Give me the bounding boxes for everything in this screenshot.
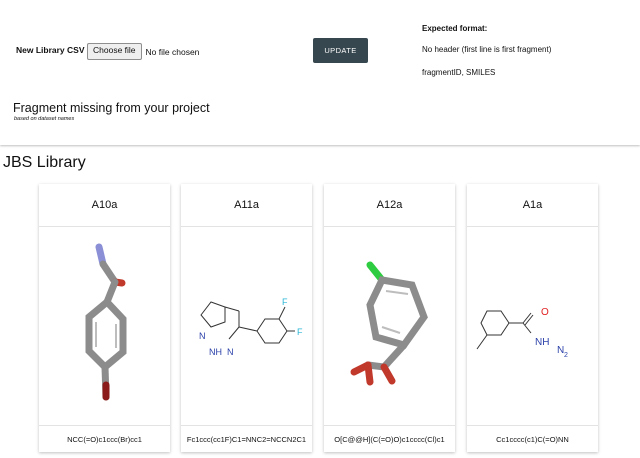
file-status-text: No file chosen — [145, 46, 200, 57]
file-input[interactable]: Choose file No file chosen — [87, 43, 199, 60]
molecule-image-2d: O NH N 2 — [467, 227, 598, 427]
molecule-image-3d — [39, 227, 170, 427]
atom-label: F — [297, 327, 303, 337]
structure-a1a: O NH N 2 — [476, 307, 568, 359]
atom-label: NH — [535, 337, 549, 348]
format-line-header: No header (first line is first fragment) — [422, 45, 552, 54]
fragment-card-a12a[interactable]: A12a O[C@@H](C(=O)O)c1cccc(Cl)c1 — [324, 184, 455, 452]
fragment-id: A10a — [39, 184, 170, 227]
fragment-id: A11a — [181, 184, 312, 227]
atom-label: 2 — [564, 352, 568, 359]
atom-label: NH — [209, 347, 222, 357]
fragment-id: A12a — [324, 184, 455, 227]
smiles-text: O[C@@H](C(=O)O)c1cccc(Cl)c1 — [324, 425, 455, 452]
molecule-image-3d — [324, 227, 455, 427]
atom-label: N — [227, 347, 234, 357]
format-title: Expected format: — [422, 24, 488, 33]
smiles-text: Fc1ccc(cc1F)C1=NNC2=NCCN2C1 — [181, 425, 312, 452]
stick-model-a10a — [85, 243, 127, 401]
smiles-text: Cc1cccc(c1)C(=O)NN — [467, 425, 598, 452]
atom-label: O — [541, 307, 549, 318]
choose-file-button[interactable]: Choose file — [87, 43, 142, 60]
structure-a11a: N NH N F F — [199, 297, 303, 357]
missing-fragment-subtitle: based on dataset names — [14, 116, 75, 122]
update-button[interactable]: UPDATE — [313, 38, 368, 63]
fragment-card-a11a[interactable]: A11a N NH N F F Fc1ccc(cc1F)C1=NNC2=NCCN… — [181, 184, 312, 452]
stick-model-a12a — [350, 261, 428, 386]
missing-fragment-title: Fragment missing from your project — [13, 101, 210, 115]
atom-label: F — [282, 297, 288, 307]
format-line-columns: fragmentID, SMILES — [422, 68, 496, 77]
fragment-id: A1a — [467, 184, 598, 227]
atom-label: N — [199, 331, 206, 341]
csv-upload-label: New Library CSV — [16, 45, 85, 55]
upload-panel: New Library CSV Choose file No file chos… — [0, 0, 640, 145]
molecule-image-2d: N NH N F F — [181, 227, 312, 427]
library-title: JBS Library — [3, 154, 86, 171]
smiles-text: NCC(=O)c1ccc(Br)cc1 — [39, 425, 170, 452]
fragment-card-a10a[interactable]: A10a NCC(=O)c1ccc(Br)cc1 — [39, 184, 170, 452]
fragment-card-a1a[interactable]: A1a O NH N 2 Cc1cccc(c1)C(=O)NN — [467, 184, 598, 452]
